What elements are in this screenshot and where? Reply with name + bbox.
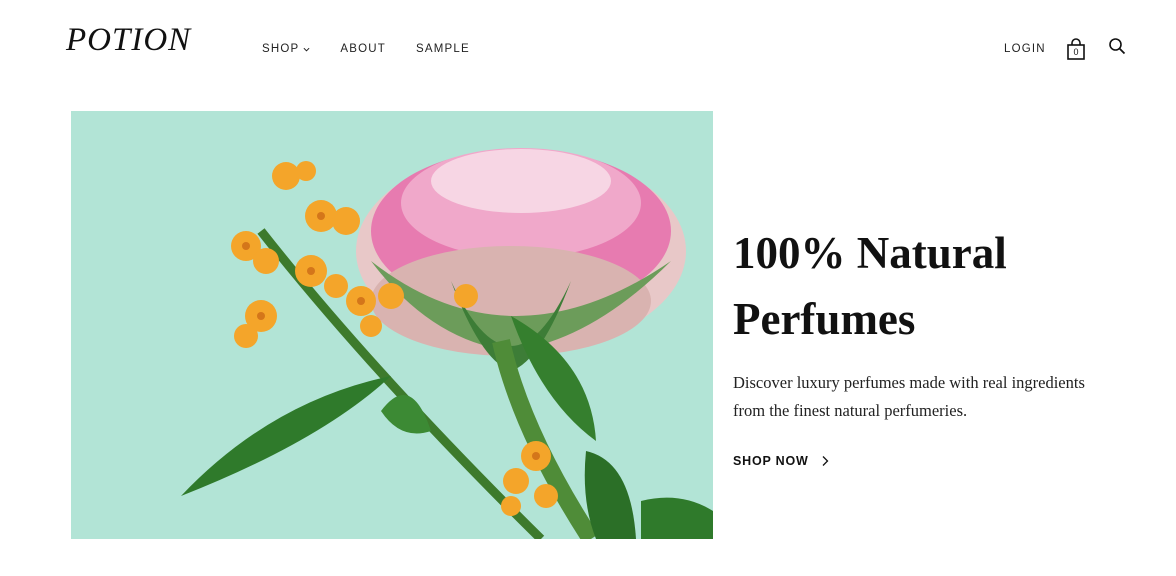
shop-now-label: SHOP NOW xyxy=(733,454,809,468)
cart-button[interactable]: 0 xyxy=(1066,38,1086,60)
logo[interactable]: POTION xyxy=(66,22,191,59)
hero-description: Discover luxury perfumes made with real … xyxy=(733,369,1133,425)
nav-item-sample-label: SAMPLE xyxy=(416,43,470,55)
hero-image xyxy=(71,111,713,539)
hero-title-line-1: 100% Natural xyxy=(733,228,1007,278)
nav-item-about-label: ABOUT xyxy=(340,43,387,55)
login-link[interactable]: LOGIN xyxy=(1004,43,1046,55)
main-nav: SHOP ABOUT SAMPLE xyxy=(262,43,500,55)
nav-item-sample[interactable]: SAMPLE xyxy=(416,43,470,55)
nav-item-shop[interactable]: SHOP xyxy=(262,43,310,55)
hero-title: 100% Natural Perfumes xyxy=(733,220,1133,352)
shop-now-button[interactable]: SHOP NOW xyxy=(733,454,829,468)
hero-description-line-2: from the finest natural perfumeries. xyxy=(733,401,968,420)
nav-item-about[interactable]: ABOUT xyxy=(340,43,386,55)
search-icon[interactable] xyxy=(1108,37,1126,55)
flower-illustration xyxy=(71,111,713,539)
cart-count: 0 xyxy=(1073,47,1079,57)
chevron-right-icon xyxy=(822,456,829,466)
hero-title-line-2: Perfumes xyxy=(733,294,916,344)
chevron-down-icon xyxy=(303,47,310,52)
nav-item-shop-label: SHOP xyxy=(262,43,300,55)
hero-description-line-1: Discover luxury perfumes made with real … xyxy=(733,373,1085,392)
